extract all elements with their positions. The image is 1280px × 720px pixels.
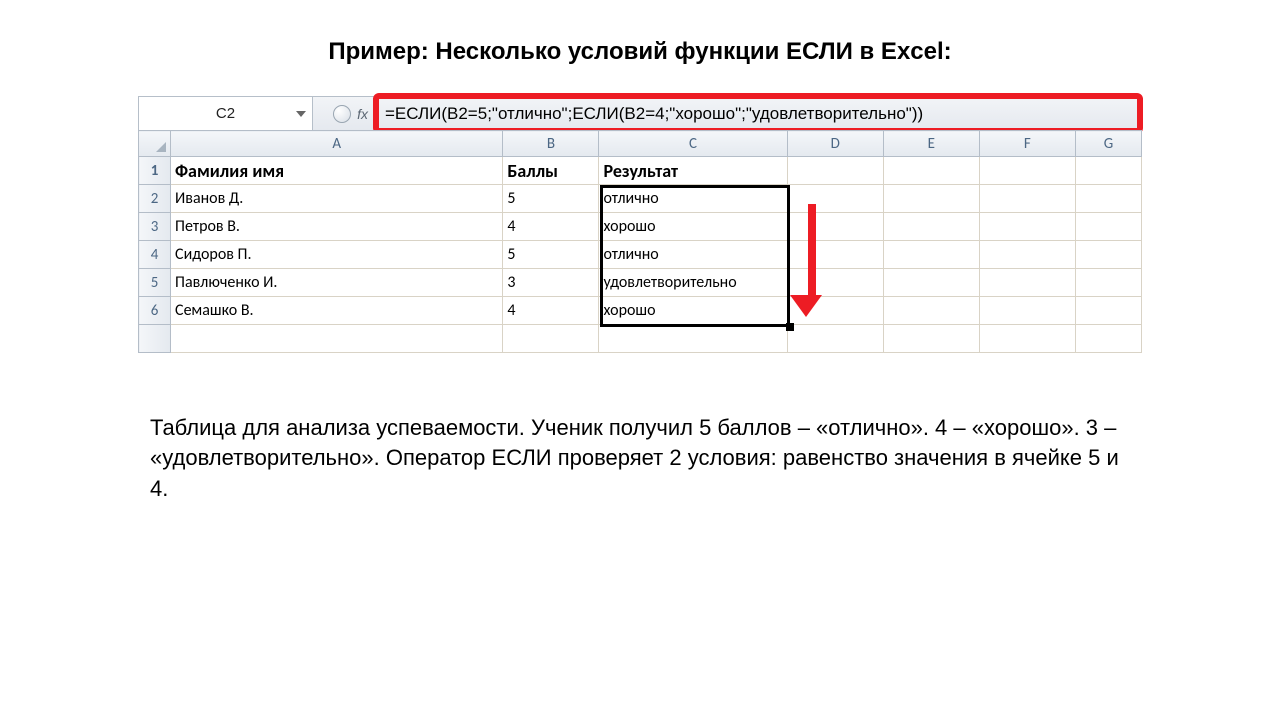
col-header-A[interactable]: A — [171, 131, 503, 157]
col-header-B[interactable]: B — [503, 131, 599, 157]
cell-C2[interactable]: отлично — [599, 185, 787, 213]
cell-E4[interactable] — [883, 241, 979, 269]
col-header-G[interactable]: G — [1075, 131, 1141, 157]
col-header-D[interactable]: D — [787, 131, 883, 157]
col-header-C[interactable]: C — [599, 131, 787, 157]
cell-A4[interactable]: Сидоров П. — [171, 241, 503, 269]
fx-button[interactable]: fx — [357, 106, 368, 122]
row-header-3[interactable]: 3 — [139, 213, 171, 241]
cell-D3[interactable] — [787, 213, 883, 241]
cell-G3[interactable] — [1075, 213, 1141, 241]
row-header-5[interactable]: 5 — [139, 269, 171, 297]
cell-B2[interactable]: 5 — [503, 185, 599, 213]
row-header-4[interactable]: 4 — [139, 241, 171, 269]
cell-C5[interactable]: удовлетворительно — [599, 269, 787, 297]
cell-E5[interactable] — [883, 269, 979, 297]
cell-E6[interactable] — [883, 297, 979, 325]
cell-B6[interactable]: 4 — [503, 297, 599, 325]
col-header-F[interactable]: F — [979, 131, 1075, 157]
formula-text: =ЕСЛИ(B2=5;"отлично";ЕСЛИ(B2=4;"хорошо";… — [375, 104, 923, 124]
cell-A2[interactable]: Иванов Д. — [171, 185, 503, 213]
spreadsheet-area: C2 fx =ЕСЛИ(B2=5;"отлично";ЕСЛИ(B2=4;"хо… — [138, 96, 1142, 353]
cell-D2[interactable] — [787, 185, 883, 213]
cell-D1[interactable] — [787, 157, 883, 185]
slide-title: Пример: Несколько условий функции ЕСЛИ в… — [0, 0, 1280, 96]
cell-F4[interactable] — [979, 241, 1075, 269]
formula-bar: C2 fx =ЕСЛИ(B2=5;"отлично";ЕСЛИ(B2=4;"хо… — [138, 96, 1142, 130]
cell-C6[interactable]: хорошо — [599, 297, 787, 325]
cell-A5[interactable]: Павлюченко И. — [171, 269, 503, 297]
cell-G1[interactable] — [1075, 157, 1141, 185]
cell-E3[interactable] — [883, 213, 979, 241]
cell-E7[interactable] — [883, 325, 979, 353]
cell-B3[interactable]: 4 — [503, 213, 599, 241]
cell-D4[interactable] — [787, 241, 883, 269]
cell-reference: C2 — [216, 105, 235, 122]
fx-button-area: fx — [313, 97, 375, 130]
cell-A1[interactable]: Фамилия имя — [171, 157, 503, 185]
cell-E1[interactable] — [883, 157, 979, 185]
description-text: Таблица для анализа успеваемости. Ученик… — [140, 413, 1140, 504]
cell-F5[interactable] — [979, 269, 1075, 297]
cell-G2[interactable] — [1075, 185, 1141, 213]
cell-F3[interactable] — [979, 213, 1075, 241]
formula-input[interactable]: =ЕСЛИ(B2=5;"отлично";ЕСЛИ(B2=4;"хорошо";… — [375, 97, 1141, 130]
cell-A7[interactable] — [171, 325, 503, 353]
dropdown-icon[interactable] — [296, 111, 306, 117]
cell-E2[interactable] — [883, 185, 979, 213]
col-header-E[interactable]: E — [883, 131, 979, 157]
row-header-2[interactable]: 2 — [139, 185, 171, 213]
cell-D5[interactable] — [787, 269, 883, 297]
cell-B7[interactable] — [503, 325, 599, 353]
select-all-corner[interactable] — [139, 131, 171, 157]
cell-B5[interactable]: 3 — [503, 269, 599, 297]
cell-F7[interactable] — [979, 325, 1075, 353]
cell-G5[interactable] — [1075, 269, 1141, 297]
cell-C4[interactable]: отлично — [599, 241, 787, 269]
cell-C3[interactable]: хорошо — [599, 213, 787, 241]
cell-F2[interactable] — [979, 185, 1075, 213]
cell-G7[interactable] — [1075, 325, 1141, 353]
cancel-circle-icon[interactable] — [333, 105, 351, 123]
cell-F1[interactable] — [979, 157, 1075, 185]
row-header-6[interactable]: 6 — [139, 297, 171, 325]
cell-C1[interactable]: Результат — [599, 157, 787, 185]
cell-A6[interactable]: Семашко В. — [171, 297, 503, 325]
cell-D6[interactable] — [787, 297, 883, 325]
cell-G6[interactable] — [1075, 297, 1141, 325]
cell-G4[interactable] — [1075, 241, 1141, 269]
name-box[interactable]: C2 — [139, 97, 313, 130]
cell-F6[interactable] — [979, 297, 1075, 325]
cell-A3[interactable]: Петров В. — [171, 213, 503, 241]
cell-B4[interactable]: 5 — [503, 241, 599, 269]
cell-C7[interactable] — [599, 325, 787, 353]
cell-B1[interactable]: Баллы — [503, 157, 599, 185]
spreadsheet-grid[interactable]: A B C D E F G 1 Фамилия имя Баллы Резуль… — [138, 130, 1142, 353]
row-header-7[interactable] — [139, 325, 171, 353]
cell-D7[interactable] — [787, 325, 883, 353]
row-header-1[interactable]: 1 — [139, 157, 171, 185]
